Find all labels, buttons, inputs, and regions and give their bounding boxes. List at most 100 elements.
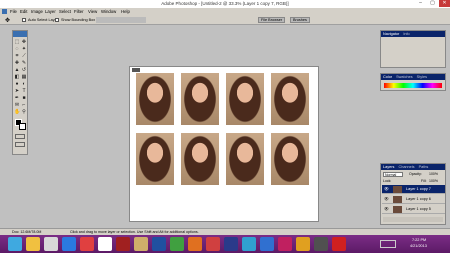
tab-brushes[interactable]: Brushes [290, 17, 310, 23]
blur-tool-icon[interactable]: ● [14, 81, 20, 87]
layer-name: Layer 1 copy 7 [406, 187, 431, 191]
menu-image[interactable]: Image [31, 9, 43, 14]
layer-name: Layer 1 copy 6 [406, 197, 431, 201]
app-icon[interactable] [278, 237, 292, 251]
app-icon[interactable] [206, 237, 220, 251]
app-icon[interactable] [188, 237, 202, 251]
paint-icon[interactable] [98, 237, 112, 251]
app-icon[interactable] [170, 237, 184, 251]
navigator-panel: Navigator Info [380, 30, 446, 68]
quick-mask-icon[interactable] [15, 134, 25, 139]
zoom-tool-icon[interactable]: ⚲ [21, 109, 27, 115]
media-icon[interactable] [80, 237, 94, 251]
layer-row[interactable]: 👁 Layer 1 copy 6 [382, 195, 445, 204]
folder-icon[interactable] [26, 237, 40, 251]
menu-window[interactable]: Window [101, 9, 116, 14]
crop-tool-icon[interactable]: ⌗ [14, 53, 20, 59]
tab-navigator[interactable]: Navigator [383, 32, 399, 36]
healing-tool-icon[interactable]: ✚ [14, 60, 20, 66]
tab-layers[interactable]: Layers [383, 165, 394, 169]
notes-tool-icon[interactable]: ✉ [14, 102, 20, 108]
auto-select-checkbox[interactable] [22, 18, 26, 22]
visibility-eye-icon[interactable]: 👁 [384, 185, 389, 194]
stamp-tool-icon[interactable]: ▲ [14, 67, 20, 73]
eyedropper-tool-icon[interactable]: ⌐ [21, 102, 27, 108]
tab-file-browser[interactable]: File Browser [258, 17, 286, 23]
maximize-button[interactable]: ▢ [427, 0, 438, 7]
menu-view[interactable]: View [88, 9, 97, 14]
word-icon[interactable] [62, 237, 76, 251]
fill-label: Fill: [421, 179, 427, 183]
tab-paths[interactable]: Paths [419, 165, 429, 169]
magic-wand-icon[interactable]: ✦ [21, 46, 27, 52]
menu-select[interactable]: Select [59, 9, 71, 14]
move-tool-icon[interactable]: ✥ [5, 17, 10, 24]
bounding-box-checkbox[interactable] [55, 18, 59, 22]
blend-mode-select[interactable]: Normal [383, 172, 403, 177]
tab-color[interactable]: Color [383, 75, 392, 79]
gradient-tool-icon[interactable]: ▦ [21, 74, 27, 80]
menu-edit[interactable]: Edit [20, 9, 27, 14]
clock-date[interactable]: 4/21/2013 [410, 244, 427, 248]
menu-file[interactable]: File [10, 9, 17, 14]
menu-layer[interactable]: Layer [45, 9, 56, 14]
options-bar: ✥ Auto Select Layer Show Bounding Box [0, 15, 450, 25]
visibility-eye-icon[interactable]: 👁 [384, 195, 389, 204]
app-icon[interactable] [44, 237, 58, 251]
menu-bar: File Edit Image Layer Select Filter View… [0, 8, 450, 15]
app-icon[interactable] [332, 237, 346, 251]
marquee-tool-icon[interactable]: ⬚ [14, 39, 20, 45]
layer-row[interactable]: 👁 Layer 1 copy 5 [382, 205, 445, 214]
tab-swatches[interactable]: Swatches [396, 75, 412, 79]
clock-time[interactable]: 7:22 PM [412, 238, 426, 242]
move-tool-icon[interactable]: ✥ [21, 39, 27, 45]
eraser-tool-icon[interactable]: ◧ [14, 74, 20, 80]
fill-value[interactable]: 100% [429, 179, 438, 183]
menu-help[interactable]: Help [121, 9, 130, 14]
document-canvas[interactable] [129, 66, 319, 222]
screen-mode-icon[interactable] [15, 142, 25, 147]
slice-tool-icon[interactable]: ⟋ [21, 53, 27, 59]
type-tool-icon[interactable]: T [21, 88, 27, 94]
taskbar: 7:22 PM 4/21/2013 [0, 235, 450, 253]
portrait-photo [136, 133, 174, 185]
tray-icons[interactable] [380, 240, 396, 248]
pen-tool-icon[interactable]: ✒ [14, 95, 20, 101]
align-buttons[interactable] [96, 17, 146, 23]
app-icon[interactable] [242, 237, 256, 251]
brush-tool-icon[interactable]: ✎ [21, 60, 27, 66]
lasso-tool-icon[interactable]: ◌ [14, 46, 20, 52]
layers-footer-buttons[interactable] [383, 217, 443, 222]
tab-channels[interactable]: Channels [398, 165, 414, 169]
opacity-value[interactable]: 100% [429, 172, 438, 176]
portrait-photo [271, 133, 309, 185]
tab-info[interactable]: Info [403, 32, 409, 36]
hand-tool-icon[interactable]: ✋ [14, 109, 20, 115]
ie-icon[interactable] [8, 237, 22, 251]
app-icon[interactable] [152, 237, 166, 251]
shape-tool-icon[interactable]: ■ [21, 95, 27, 101]
layer-row[interactable]: 👁 Layer 1 copy 7 [382, 185, 445, 194]
app-icon[interactable] [116, 237, 130, 251]
tab-styles[interactable]: Styles [417, 75, 427, 79]
portrait-photo [226, 133, 264, 185]
path-select-icon[interactable]: ➤ [14, 88, 20, 94]
portrait-photo [271, 73, 309, 125]
app-icon[interactable] [314, 237, 328, 251]
background-color-swatch[interactable] [19, 123, 26, 130]
portrait-photo [226, 73, 264, 125]
history-brush-icon[interactable]: ↺ [21, 67, 27, 73]
close-button[interactable]: ✕ [439, 0, 450, 7]
visibility-eye-icon[interactable]: 👁 [384, 205, 389, 214]
portrait-photo [181, 73, 219, 125]
photoshop-taskbar-icon[interactable] [224, 237, 238, 251]
canvas-corner-marker [132, 68, 140, 72]
app-icon[interactable] [260, 237, 274, 251]
menu-filter[interactable]: Filter [74, 9, 84, 14]
app-icon[interactable] [134, 237, 148, 251]
color-spectrum-bar[interactable] [384, 83, 442, 88]
dodge-tool-icon[interactable]: ◐ [21, 81, 27, 87]
bounding-box-label: Show Bounding Box [61, 18, 96, 22]
app-icon[interactable] [296, 237, 310, 251]
minimize-button[interactable]: – [415, 0, 426, 7]
